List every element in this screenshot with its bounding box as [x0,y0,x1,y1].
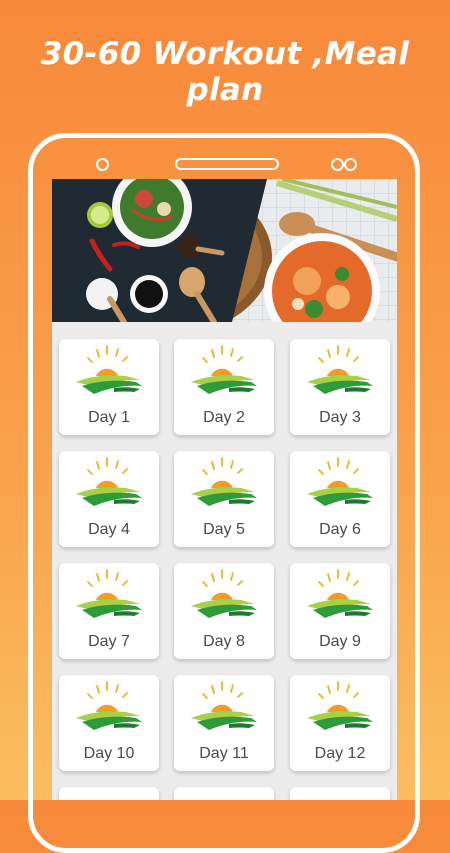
day-label: Day 6 [319,521,361,538]
sunrise-hills-icon [191,681,257,730]
sunrise-hills-icon [76,569,142,618]
sunrise-hills-icon [191,569,257,618]
day-card-partial[interactable] [290,787,390,800]
day-card[interactable]: Day 12 [290,675,390,771]
day-label: Day 5 [203,521,245,538]
day-card[interactable]: Day 4 [59,451,159,547]
sunrise-hills-icon [191,457,257,506]
day-label: Day 2 [203,409,245,426]
day-label: Day 3 [319,409,361,426]
day-label: Day 8 [203,633,245,650]
sunrise-hills-icon [307,681,373,730]
day-card[interactable]: Day 6 [290,451,390,547]
day-card[interactable]: Day 1 [59,339,159,435]
day-card[interactable]: Day 8 [174,563,274,659]
sensor-icon [331,158,344,171]
sunrise-hills-icon [76,457,142,506]
day-card[interactable]: Day 7 [59,563,159,659]
food-banner-image [52,179,397,322]
day-card[interactable]: Day 2 [174,339,274,435]
sunrise-hills-icon [307,457,373,506]
day-label: Day 1 [88,409,130,426]
day-label: Day 9 [319,633,361,650]
day-card[interactable]: Day 10 [59,675,159,771]
sensor-icon [344,158,357,171]
front-camera-icon [96,158,109,171]
sunrise-hills-icon [76,681,142,730]
speaker-grille [175,158,279,170]
sunrise-hills-icon [307,569,373,618]
day-label: Day 12 [314,745,366,762]
app-screen: Day 1 Day 2 Day 3 Day 4 Day 5 Day 6 Day … [52,179,397,800]
day-card[interactable]: Day 11 [174,675,274,771]
day-card[interactable]: Day 5 [174,451,274,547]
sunrise-hills-icon [307,345,373,394]
day-label: Day 11 [199,745,249,762]
sunrise-hills-icon [191,345,257,394]
day-card[interactable]: Day 9 [290,563,390,659]
day-label: Day 10 [83,745,135,762]
promo-headline: 30-60 Workout ,Meal plan [40,36,410,108]
day-label: Day 7 [88,633,130,650]
day-label: Day 4 [88,521,130,538]
sunrise-hills-icon [76,345,142,394]
day-card-partial[interactable] [59,787,159,800]
day-card-partial[interactable] [174,787,274,800]
day-card[interactable]: Day 3 [290,339,390,435]
